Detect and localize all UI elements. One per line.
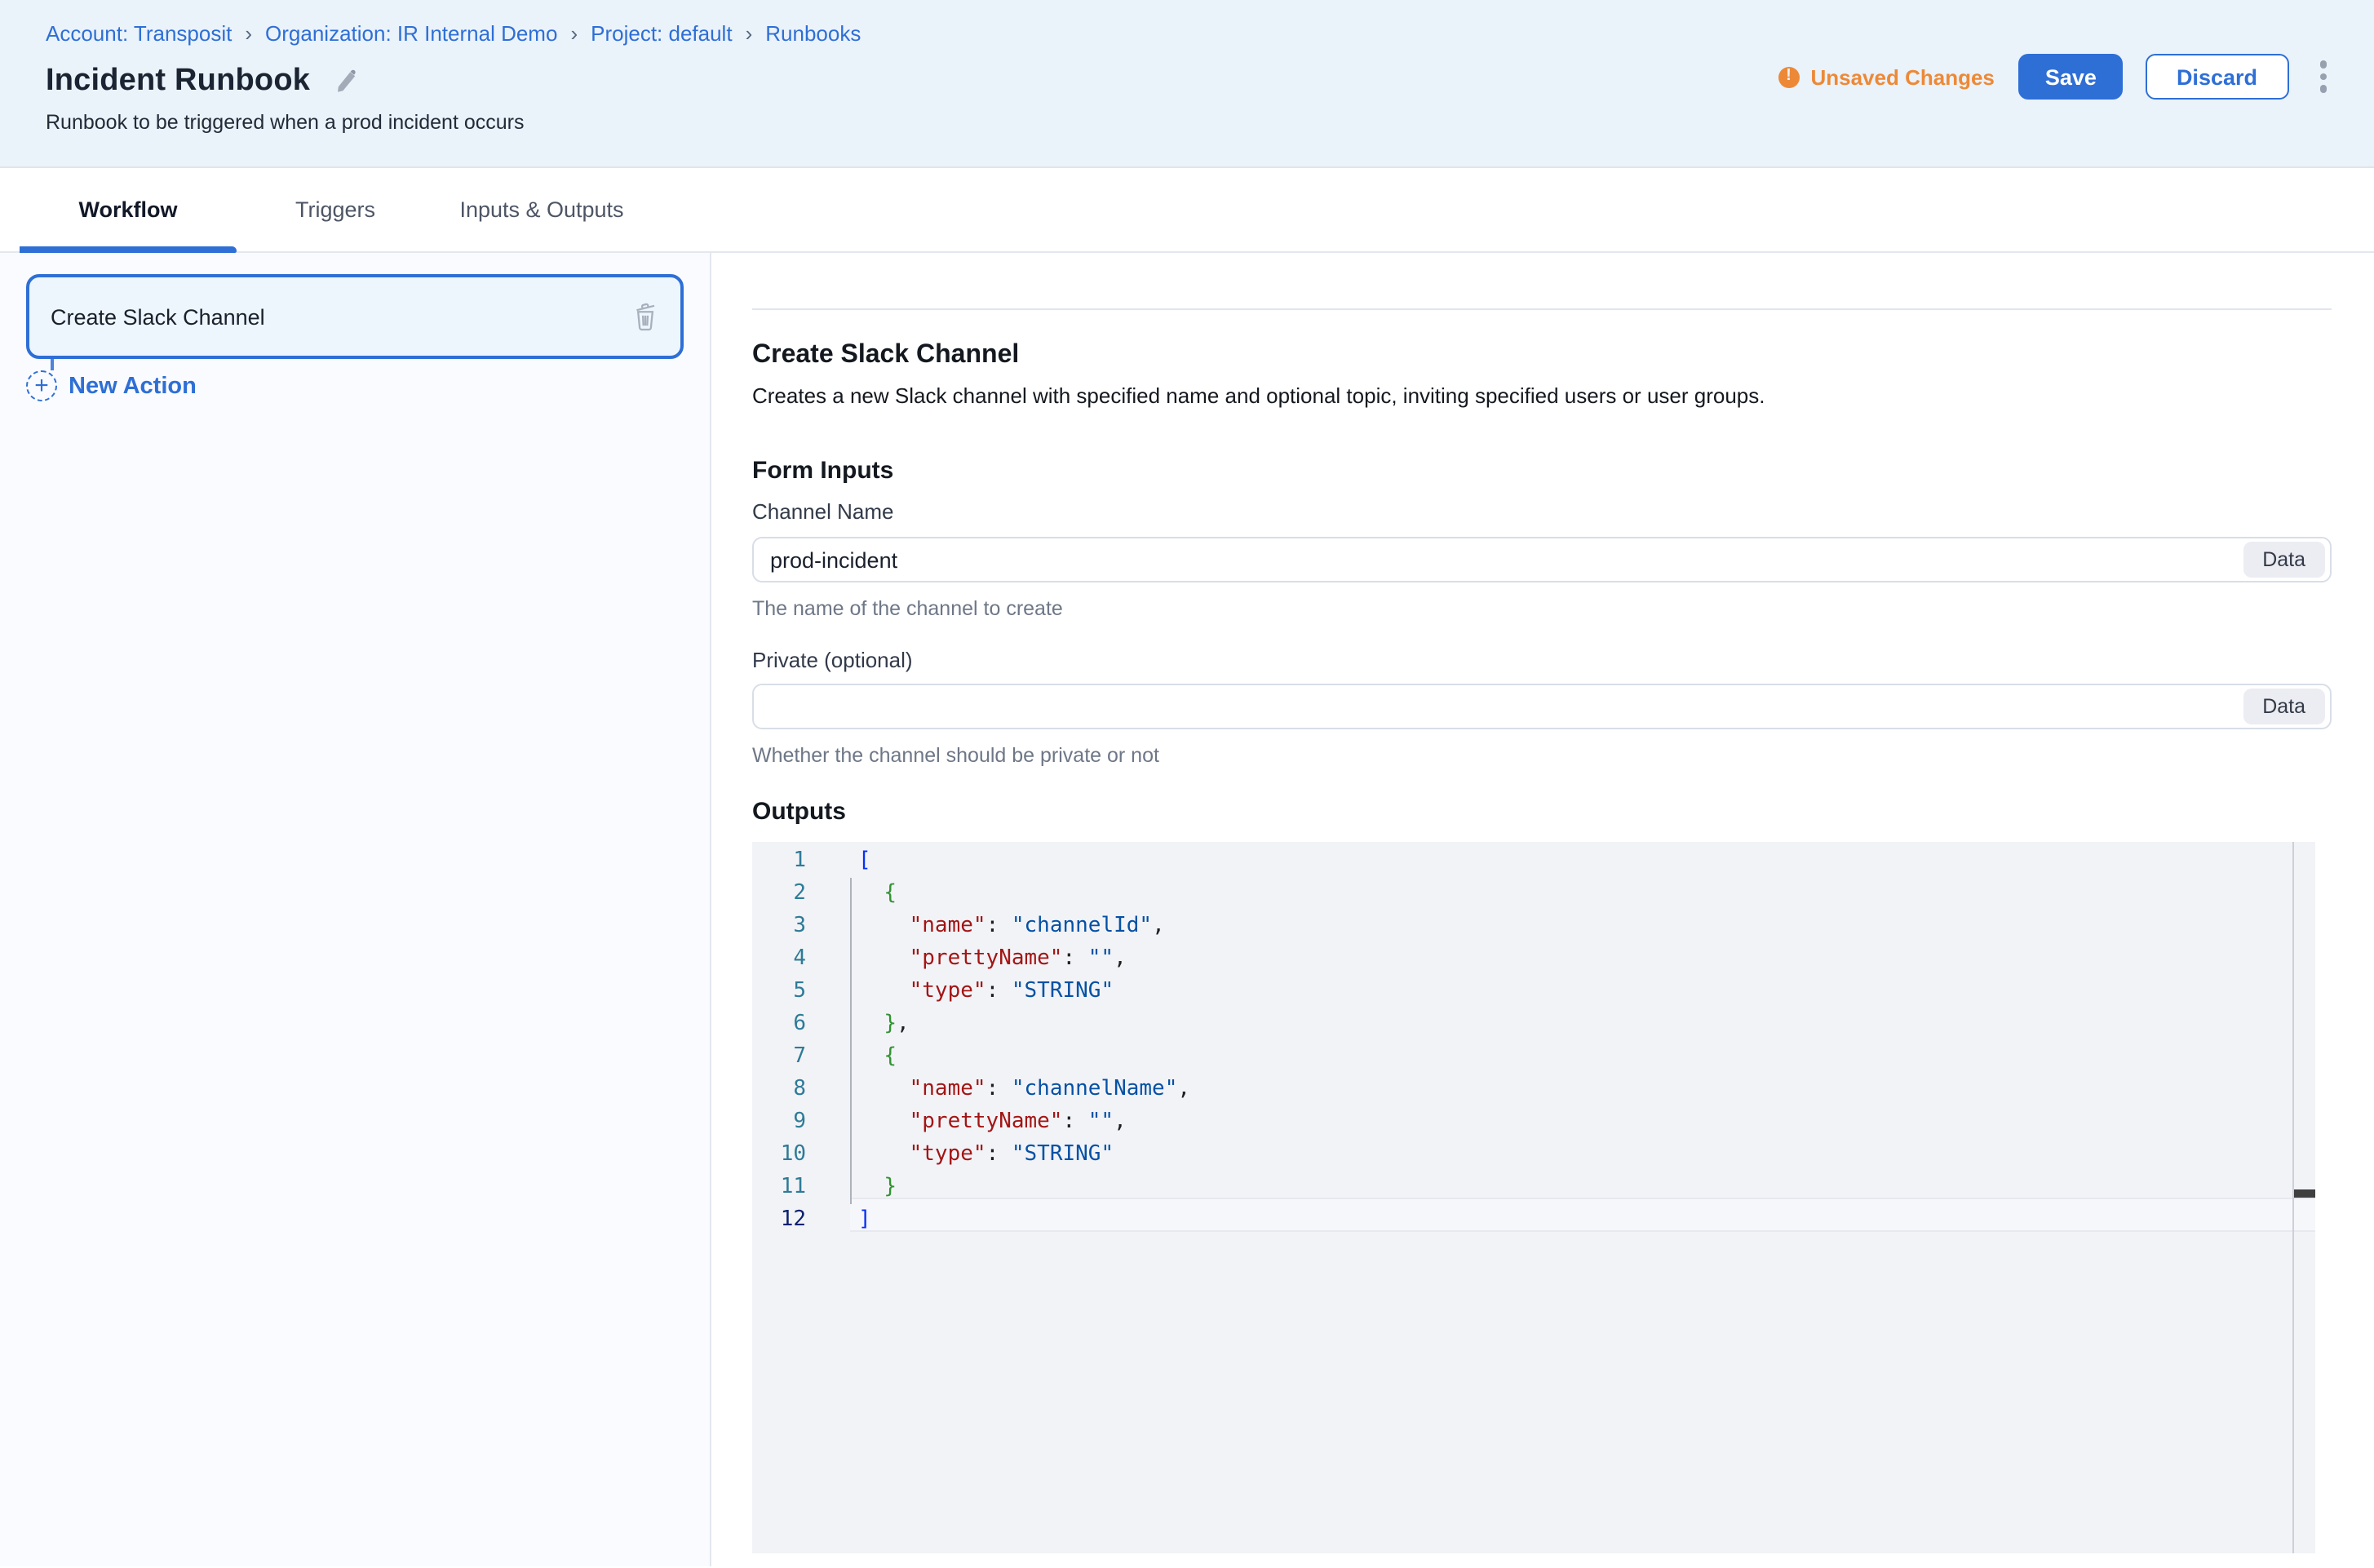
line-number: 5 [752, 976, 806, 1008]
main-area: Create Slack Channel + New Action [0, 253, 2374, 1566]
discard-button[interactable]: Discard [2146, 54, 2288, 100]
plus-icon: + [26, 370, 57, 401]
new-action-label: New Action [69, 373, 197, 399]
step-connector-line [51, 359, 54, 370]
code-line: 9 "prettyName": "", [752, 1106, 2315, 1139]
code-text: { [858, 1041, 897, 1074]
line-number: 11 [752, 1172, 806, 1204]
code-text: ] [858, 1204, 871, 1237]
breadcrumb-runbooks-link[interactable]: Runbooks [765, 20, 861, 49]
code-text: "type": "STRING" [858, 1139, 1114, 1172]
code-line: 11 } [752, 1172, 2315, 1204]
unsaved-changes-label: Unsaved Changes [1810, 64, 1994, 89]
header-left: Account: Transposit › Organization: IR I… [46, 20, 1778, 137]
runbook-editor-app: Account: Transposit › Organization: IR I… [0, 0, 2374, 1568]
code-line: 5 "type": "STRING" [752, 976, 2315, 1008]
breadcrumb: Account: Transposit › Organization: IR I… [46, 20, 1778, 49]
code-line: 8 "name": "channelName", [752, 1074, 2315, 1106]
line-number: 7 [752, 1041, 806, 1074]
channel-name-data-button[interactable]: Data [2243, 542, 2325, 578]
action-detail-pane: Create Slack Channel Creates a new Slack… [711, 253, 2374, 1566]
code-line: 1[ [752, 845, 2315, 878]
code-text: "name": "channelName", [858, 1074, 1190, 1106]
private-help: Whether the channel should be private or… [752, 741, 2332, 770]
delete-action-trash-icon[interactable] [631, 302, 659, 331]
breadcrumb-project-link[interactable]: Project: default [591, 20, 732, 49]
breadcrumb-account-link[interactable]: Account: Transposit [46, 20, 232, 49]
overview-ruler-cursor-marker [2294, 1189, 2315, 1198]
line-number: 2 [752, 878, 806, 910]
code-line: 4 "prettyName": "", [752, 943, 2315, 976]
header-actions: ! Unsaved Changes Save Discard [1778, 54, 2332, 100]
channel-name-label: Channel Name [752, 498, 2332, 527]
new-action-button[interactable]: + New Action [26, 370, 684, 401]
outputs-heading: Outputs [752, 796, 2332, 829]
line-number: 1 [752, 845, 806, 878]
action-title: Create Slack Channel [752, 338, 2332, 374]
line-number: 12 [752, 1204, 806, 1237]
content-divider [752, 308, 2332, 310]
breadcrumb-separator: › [746, 20, 753, 49]
private-field: Data [752, 684, 2332, 729]
code-text: "type": "STRING" [858, 976, 1114, 1008]
channel-name-help: The name of the channel to create [752, 594, 2332, 623]
edit-title-pencil-icon[interactable] [333, 69, 359, 95]
outputs-code-editor[interactable]: 1[2 {3 "name": "channelId",4 "prettyName… [752, 842, 2315, 1553]
line-number: 8 [752, 1074, 806, 1106]
code-line: 12] [752, 1204, 2315, 1237]
tab-inputs-outputs[interactable]: Inputs & Outputs [434, 197, 649, 222]
code-text: "prettyName": "", [858, 943, 1127, 976]
more-options-kebab-icon[interactable] [2314, 55, 2332, 100]
form-inputs-heading: Form Inputs [752, 455, 2332, 488]
tab-workflow[interactable]: Workflow [20, 197, 237, 222]
save-button[interactable]: Save [2019, 54, 2123, 100]
header: Account: Transposit › Organization: IR I… [0, 0, 2374, 168]
code-text: "name": "channelId", [858, 910, 1165, 943]
code-line: 7 { [752, 1041, 2315, 1074]
action-description: Creates a new Slack channel with specifi… [752, 382, 2332, 411]
private-label: Private (optional) [752, 646, 2332, 675]
channel-name-input[interactable] [752, 537, 2332, 582]
active-tab-underline [20, 246, 237, 253]
code-line: 2 { [752, 878, 2315, 910]
tab-triggers[interactable]: Triggers [237, 197, 434, 222]
workflow-steps-panel: Create Slack Channel + New Action [0, 253, 711, 1566]
line-number: 3 [752, 910, 806, 943]
unsaved-changes-badge: ! Unsaved Changes [1778, 64, 1994, 89]
action-card-label: Create Slack Channel [51, 304, 631, 329]
code-text: "prettyName": "", [858, 1106, 1127, 1139]
line-number: 4 [752, 943, 806, 976]
code-text: { [858, 878, 897, 910]
code-line: 6 }, [752, 1008, 2315, 1041]
action-card-create-slack-channel[interactable]: Create Slack Channel [26, 274, 684, 359]
channel-name-field: Data [752, 537, 2332, 582]
code-line: 10 "type": "STRING" [752, 1139, 2315, 1172]
page-title: Incident Runbook [46, 60, 310, 103]
tab-bar: Workflow Triggers Inputs & Outputs [0, 168, 2374, 253]
code-text: }, [858, 1008, 910, 1041]
warning-icon: ! [1778, 66, 1799, 87]
private-data-button[interactable]: Data [2243, 689, 2325, 724]
line-number: 10 [752, 1139, 806, 1172]
code-line: 3 "name": "channelId", [752, 910, 2315, 943]
line-number: 9 [752, 1106, 806, 1139]
page-subtitle: Runbook to be triggered when a prod inci… [46, 109, 1778, 137]
line-number: 6 [752, 1008, 806, 1041]
breadcrumb-separator: › [570, 20, 578, 49]
title-row: Incident Runbook [46, 60, 1778, 103]
code-lines: 1[2 {3 "name": "channelId",4 "prettyName… [752, 842, 2315, 1237]
code-text: [ [858, 845, 871, 878]
breadcrumb-organization-link[interactable]: Organization: IR Internal Demo [265, 20, 557, 49]
private-input[interactable] [752, 684, 2332, 729]
breadcrumb-separator: › [245, 20, 252, 49]
code-text: } [858, 1172, 897, 1204]
